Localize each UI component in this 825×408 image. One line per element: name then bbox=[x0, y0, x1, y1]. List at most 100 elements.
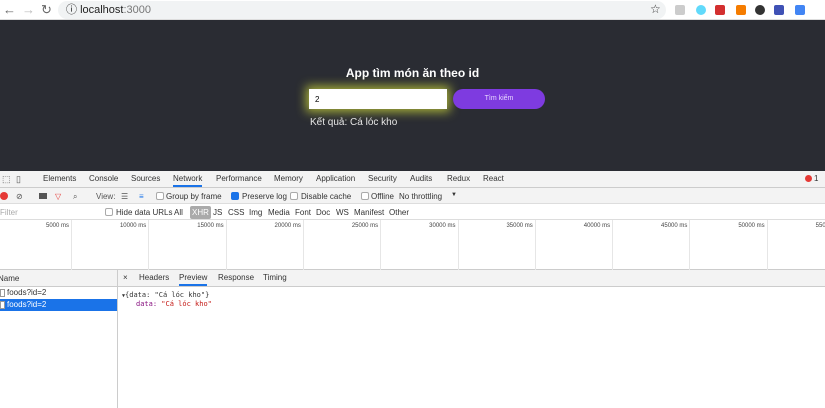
property-value: "Cá lóc kho" bbox=[161, 300, 212, 308]
tab-application[interactable]: Application bbox=[316, 174, 355, 183]
filter-xhr[interactable]: XHR bbox=[190, 206, 211, 219]
clear-icon[interactable]: ⊘ bbox=[16, 192, 23, 201]
search-icon[interactable]: ⌕ bbox=[73, 192, 77, 202]
filter-media[interactable]: Media bbox=[268, 208, 290, 217]
timeline-gridline bbox=[302, 220, 304, 270]
extension-icon[interactable] bbox=[755, 5, 765, 15]
filter-img[interactable]: Img bbox=[249, 208, 262, 217]
timeline-tick-label: 20000 ms bbox=[274, 223, 301, 229]
filter-doc[interactable]: Doc bbox=[316, 208, 330, 217]
network-timeline[interactable]: 5000 ms 10000 ms 15000 ms 20000 ms 25000 ms 3… bbox=[0, 220, 825, 270]
timeline-tick-label: 25000 ms bbox=[351, 223, 379, 229]
star-icon[interactable]: ☆ bbox=[650, 2, 661, 16]
tab-memory[interactable]: Memory bbox=[274, 174, 303, 183]
request-row-selected[interactable]: foods?id=2 bbox=[0, 299, 117, 311]
browser-toolbar: ← → ↻ ⓘ localhost:3000 ☆ bbox=[0, 0, 825, 20]
disable-cache-checkbox[interactable] bbox=[290, 192, 298, 200]
devtools-tabs: ⬚ ▯ Elements Console Sources Network Per… bbox=[0, 171, 825, 188]
id-input[interactable] bbox=[309, 89, 447, 109]
reload-icon[interactable]: ↻ bbox=[41, 2, 52, 18]
throttling-select[interactable]: No throttling bbox=[399, 192, 442, 201]
preview-summary[interactable]: ▼{data: "Cá lóc kho"} bbox=[122, 291, 209, 299]
tab-sources[interactable]: Sources bbox=[131, 174, 160, 183]
request-name: foods?id=2 bbox=[7, 300, 47, 309]
tab-network[interactable]: Network bbox=[173, 174, 203, 187]
tab-timing[interactable]: Timing bbox=[263, 273, 287, 282]
tab-response[interactable]: Response bbox=[218, 273, 254, 282]
extension-icon[interactable] bbox=[774, 5, 784, 15]
filter-ws[interactable]: WS bbox=[336, 208, 349, 217]
address-bar[interactable]: ⓘ localhost:3000 bbox=[58, 1, 666, 19]
filter-input[interactable]: Filter bbox=[0, 208, 18, 217]
tab-headers[interactable]: Headers bbox=[139, 273, 169, 282]
hide-data-urls-label: Hide data URLs bbox=[116, 208, 173, 217]
device-toggle-icon[interactable]: ▯ bbox=[16, 174, 21, 185]
tab-performance[interactable]: Performance bbox=[216, 174, 262, 183]
filter-icon[interactable]: ▽ bbox=[55, 192, 61, 201]
request-name: foods?id=2 bbox=[7, 288, 47, 297]
record-icon[interactable] bbox=[0, 192, 8, 200]
timeline-gridline bbox=[457, 220, 459, 270]
extension-icon[interactable] bbox=[736, 5, 746, 15]
info-icon[interactable]: ⓘ bbox=[66, 4, 80, 16]
filter-other[interactable]: Other bbox=[389, 208, 409, 217]
url-port: :3000 bbox=[123, 4, 152, 16]
timeline-gridline bbox=[71, 220, 72, 270]
filter-bar: Filter Hide data URLs All XHR JS CSS Img… bbox=[0, 204, 825, 220]
timeline-tick-label: 10000 ms bbox=[119, 223, 147, 229]
filter-css[interactable]: CSS bbox=[228, 208, 244, 217]
extension-icon[interactable] bbox=[675, 5, 685, 15]
document-icon bbox=[0, 289, 5, 297]
tab-elements[interactable]: Elements bbox=[43, 174, 76, 183]
name-column-header[interactable]: Name bbox=[0, 270, 117, 287]
group-by-frame-label: Group by frame bbox=[166, 192, 222, 201]
timeline-tick-label: 5000 ms bbox=[45, 223, 69, 229]
hide-data-urls-checkbox[interactable] bbox=[105, 208, 113, 216]
timeline-gridline bbox=[766, 220, 768, 270]
chevron-down-icon[interactable]: ▼ bbox=[451, 192, 457, 198]
timeline-gridline bbox=[534, 220, 536, 270]
filter-manifest[interactable]: Manifest bbox=[354, 208, 384, 217]
name-header-label: Name bbox=[0, 274, 20, 283]
preserve-log-checkbox[interactable] bbox=[231, 192, 239, 200]
timeline-tick-label: 15000 ms bbox=[197, 223, 224, 229]
property-key: data bbox=[136, 300, 153, 308]
view-label: View: bbox=[96, 192, 116, 201]
timeline-tick-label: 55000 ms bbox=[815, 223, 825, 229]
filter-all[interactable]: All bbox=[174, 208, 183, 217]
extension-icon[interactable] bbox=[715, 5, 725, 15]
inspect-icon[interactable]: ⬚ bbox=[2, 174, 11, 185]
error-count[interactable]: 1 bbox=[814, 174, 818, 183]
tab-redux[interactable]: Redux bbox=[447, 174, 470, 183]
result-text: Kết quả: Cá lóc kho bbox=[310, 117, 398, 128]
timeline-tick-label: 40000 ms bbox=[583, 223, 611, 229]
request-list: Name foods?id=2 foods?id=2 bbox=[0, 270, 118, 408]
timeline-tick-label: 30000 ms bbox=[429, 223, 456, 229]
tab-console[interactable]: Console bbox=[89, 174, 118, 183]
back-icon[interactable]: ← bbox=[3, 2, 16, 17]
tab-preview[interactable]: Preview bbox=[179, 273, 208, 286]
document-icon bbox=[0, 301, 5, 309]
request-detail: × Headers Preview Response Timing ▼{data… bbox=[118, 270, 825, 408]
error-icon[interactable] bbox=[805, 175, 812, 182]
offline-checkbox[interactable] bbox=[361, 192, 369, 200]
filter-js[interactable]: JS bbox=[213, 208, 222, 217]
tab-react[interactable]: React bbox=[483, 174, 504, 183]
waterfall-icon[interactable]: ≡ bbox=[139, 192, 144, 201]
app-viewport: App tìm món ăn theo id Tìm kiếm Kết quả:… bbox=[0, 20, 825, 171]
search-button[interactable]: Tìm kiếm bbox=[453, 89, 545, 109]
react-devtools-icon[interactable] bbox=[696, 5, 706, 15]
translate-icon[interactable] bbox=[795, 5, 805, 15]
list-view-icon[interactable]: ☰ bbox=[121, 192, 128, 201]
close-icon[interactable]: × bbox=[123, 273, 128, 282]
tab-security[interactable]: Security bbox=[368, 174, 397, 183]
preserve-log-label: Preserve log bbox=[242, 192, 287, 201]
timeline-gridline bbox=[689, 220, 691, 270]
filter-font[interactable]: Font bbox=[295, 208, 311, 217]
request-row[interactable]: foods?id=2 bbox=[0, 287, 117, 299]
timeline-tick-label: 35000 ms bbox=[506, 223, 533, 229]
forward-icon[interactable]: → bbox=[22, 2, 35, 17]
screenshot-icon[interactable] bbox=[39, 193, 47, 199]
group-by-frame-checkbox[interactable] bbox=[156, 192, 164, 200]
tab-audits[interactable]: Audits bbox=[410, 174, 432, 183]
